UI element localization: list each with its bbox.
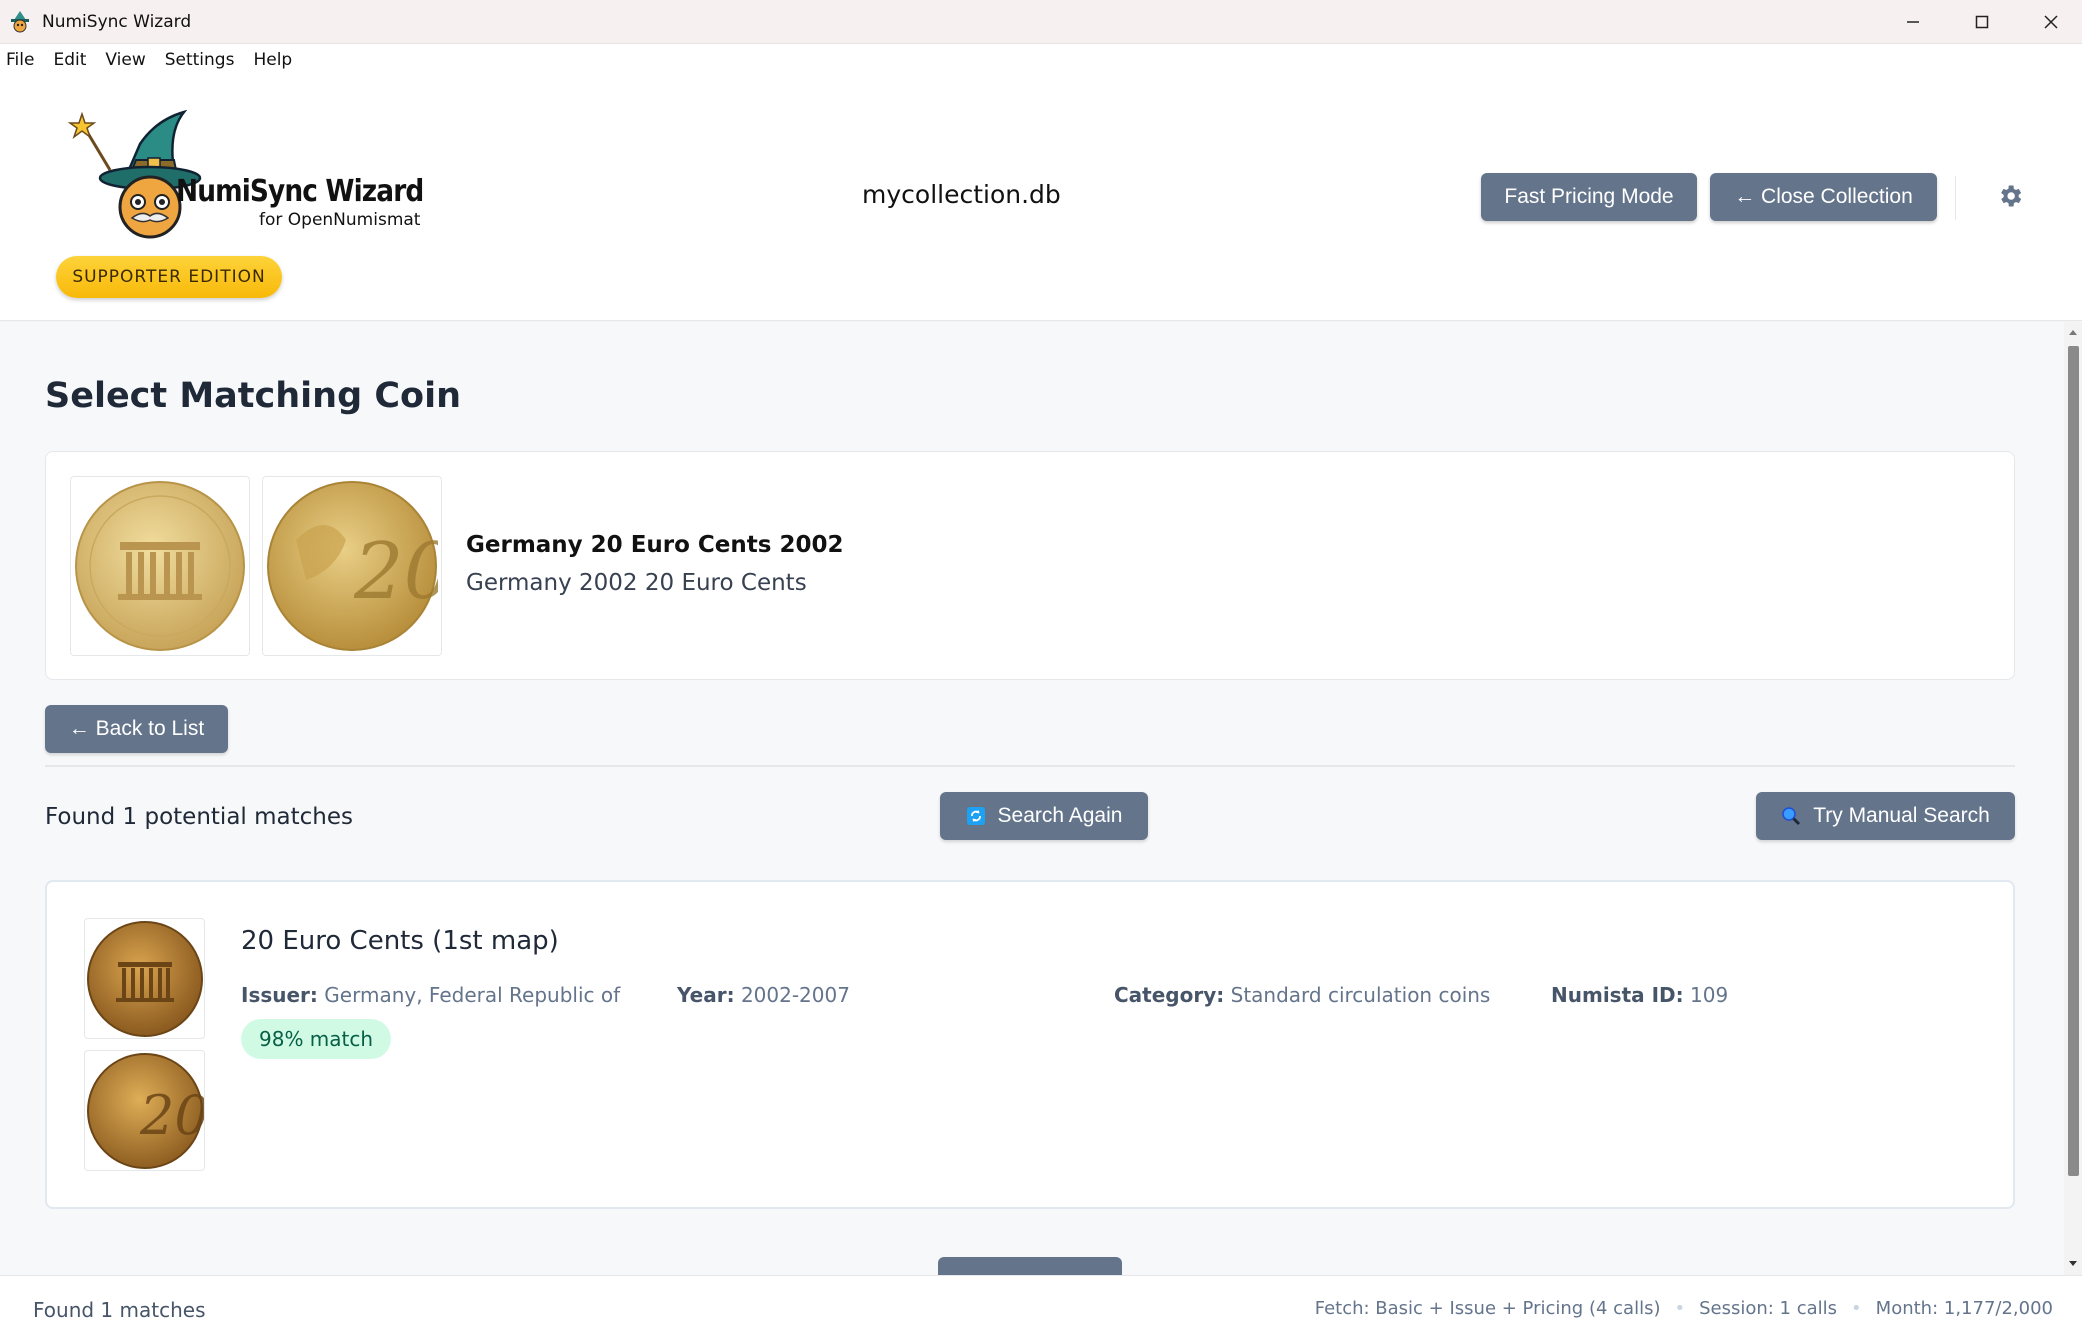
scrollbar-thumb[interactable]: [2068, 346, 2079, 1176]
scroll-up-icon[interactable]: [2068, 328, 2078, 338]
main-scrollbar[interactable]: [2064, 322, 2082, 1275]
match-year: Year: 2002-2007: [677, 983, 850, 1007]
refresh-icon: [966, 807, 985, 825]
match-reverse-icon: 20: [86, 1052, 204, 1169]
status-separator: •: [1674, 1298, 1686, 1319]
status-month: Month: 1,177/2,000: [1875, 1298, 2053, 1319]
collection-db-name: mycollection.db: [862, 180, 1061, 209]
coin-subtitle: Germany 2002 20 Euro Cents: [466, 570, 807, 596]
menu-bar: File Edit View Settings Help: [0, 44, 2082, 76]
minimize-icon: [1907, 21, 1919, 23]
coin-obverse-icon: [75, 481, 245, 651]
app-icon: [11, 10, 29, 32]
issuer-label: Issuer:: [241, 983, 318, 1007]
match-numista-id: Numista ID: 109: [1551, 983, 1728, 1007]
supporter-edition-badge: SUPPORTER EDITION: [56, 256, 282, 298]
menu-help[interactable]: Help: [253, 50, 292, 70]
menu-settings[interactable]: Settings: [165, 50, 235, 70]
logo-title: NumiSync Wizard: [176, 174, 424, 209]
year-value: 2002-2007: [740, 983, 850, 1007]
header-divider: [1955, 176, 1956, 220]
status-separator: •: [1851, 1298, 1862, 1319]
numista-id-label: Numista ID:: [1551, 983, 1684, 1007]
magnifier-icon: [1782, 807, 1801, 826]
match-issuer: Issuer: Germany, Federal Republic of: [241, 983, 620, 1007]
gear-icon[interactable]: [1996, 182, 2024, 210]
partially-visible-button[interactable]: [938, 1257, 1122, 1275]
try-manual-search-label: Try Manual Search: [1813, 804, 1990, 827]
svg-text:20: 20: [139, 1084, 204, 1147]
match-percentage-badge: 98% match: [241, 1019, 392, 1059]
match-title: 20 Euro Cents (1st map): [241, 926, 559, 956]
numista-id-value: 109: [1690, 983, 1729, 1007]
main-content: Select Matching Coin 20 Germany 20 Eu: [0, 322, 2064, 1275]
coin-reverse-icon: 20: [267, 481, 438, 651]
found-matches-text: Found 1 potential matches: [45, 804, 353, 830]
search-again-label: Search Again: [997, 804, 1123, 827]
maximize-button[interactable]: [1947, 0, 2017, 44]
menu-file[interactable]: File: [6, 50, 34, 70]
category-value: Standard circulation coins: [1230, 983, 1491, 1007]
minimize-button[interactable]: [1878, 0, 1948, 44]
try-manual-search-button[interactable]: Try Manual Search: [1756, 792, 2015, 840]
match-category: Category: Standard circulation coins: [1114, 983, 1490, 1007]
menu-edit[interactable]: Edit: [53, 50, 86, 70]
status-found-count: Found 1 matches: [33, 1298, 206, 1322]
status-bar: Found 1 matches Fetch: Basic + Issue + P…: [0, 1275, 2082, 1342]
section-divider: [45, 765, 2015, 767]
coin-reverse-image[interactable]: 20: [262, 476, 442, 656]
close-collection-button[interactable]: ← Close Collection: [1710, 173, 1937, 221]
match-reverse-image: 20: [84, 1050, 205, 1171]
year-label: Year:: [677, 983, 735, 1007]
close-icon: [2044, 15, 2058, 29]
status-session: Session: 1 calls: [1699, 1298, 1838, 1319]
coin-title: Germany 20 Euro Cents 2002: [466, 532, 844, 558]
title-bar: NumiSync Wizard: [0, 0, 2082, 44]
maximize-icon: [1975, 15, 1989, 29]
match-obverse-image: [84, 918, 205, 1039]
scroll-down-icon[interactable]: [2068, 1258, 2078, 1268]
fast-pricing-mode-button[interactable]: Fast Pricing Mode: [1481, 173, 1697, 221]
logo-subtitle: for OpenNumismat: [259, 210, 421, 230]
status-fetch: Fetch: Basic + Issue + Pricing (4 calls): [1314, 1298, 1661, 1319]
window-title: NumiSync Wizard: [42, 11, 192, 32]
app-header: NumiSync Wizard for OpenNumismat SUPPORT…: [0, 76, 2082, 321]
menu-view[interactable]: View: [105, 50, 145, 70]
match-result-card[interactable]: 20 20 Euro Cents (1st map) Issuer: Germa…: [45, 880, 2015, 1209]
match-obverse-icon: [86, 920, 203, 1037]
page-title: Select Matching Coin: [45, 376, 461, 416]
issuer-value: Germany, Federal Republic of: [324, 983, 621, 1007]
back-to-list-button[interactable]: ← Back to List: [45, 705, 228, 753]
current-coin-card: 20 Germany 20 Euro Cents 2002 Germany 20…: [45, 451, 2015, 680]
category-label: Category:: [1114, 983, 1225, 1007]
status-api-info: Fetch: Basic + Issue + Pricing (4 calls)…: [1315, 1298, 2053, 1319]
svg-text:20: 20: [353, 527, 438, 617]
close-window-button[interactable]: [2016, 0, 2082, 44]
search-again-button[interactable]: Search Again: [940, 792, 1148, 840]
coin-obverse-image[interactable]: [70, 476, 250, 656]
